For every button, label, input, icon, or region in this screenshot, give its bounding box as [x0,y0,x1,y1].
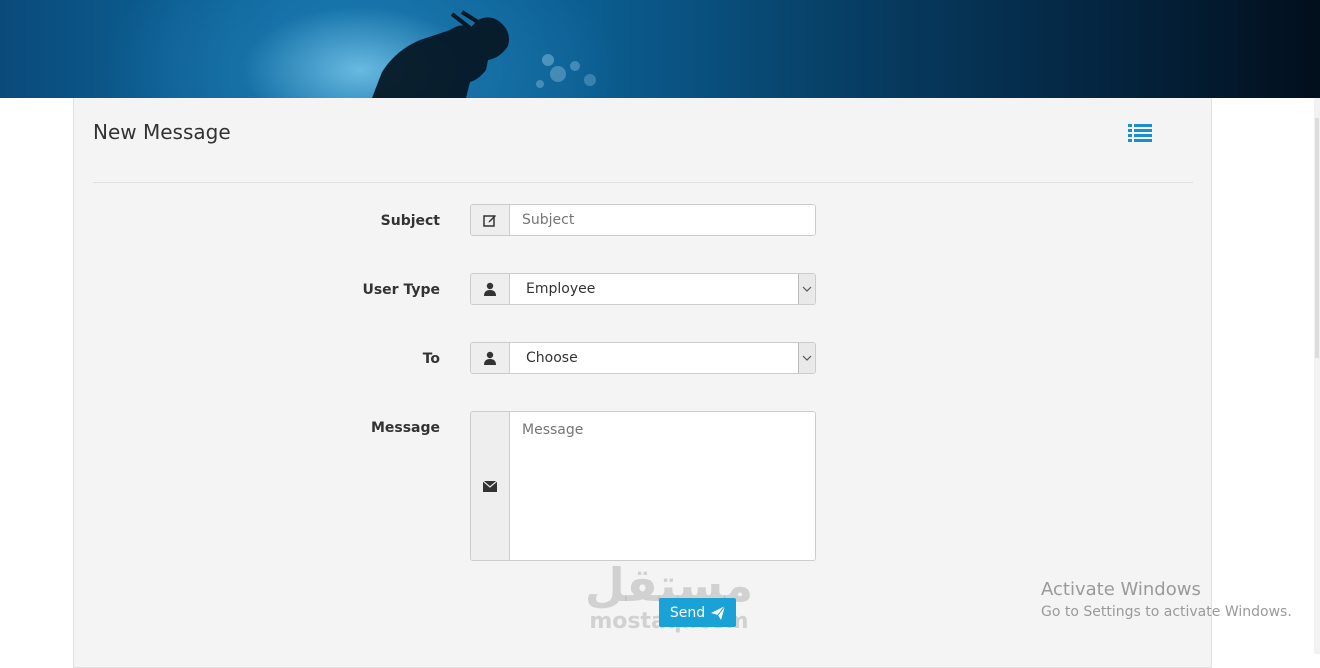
header-divider [93,182,1193,183]
diver-image [372,10,596,98]
activation-title: Activate Windows [1041,579,1201,600]
user-type-select[interactable]: Employee [470,273,816,305]
header-banner [0,0,1320,98]
paper-plane-icon [711,605,726,620]
user-icon [471,343,510,373]
envelope-icon [471,412,510,560]
to-value: Choose [526,350,578,366]
to-label: To [422,351,440,367]
list-icon[interactable] [1128,123,1154,145]
activation-subtitle: Go to Settings to activate Windows. [1041,604,1292,620]
send-label: Send [669,604,706,621]
page-title: New Message [93,120,231,144]
message-group [470,411,816,561]
send-button[interactable]: Send [659,598,736,627]
subject-input[interactable] [510,205,815,235]
subject-group [470,204,816,236]
to-select[interactable]: Choose [470,342,816,374]
subject-label: Subject [380,213,440,229]
windows-activation-notice: Activate Windows Go to Settings to activ… [1041,579,1292,620]
edit-icon [471,205,510,235]
user-type-value: Employee [526,281,596,297]
page-scrollbar[interactable] [1314,98,1320,654]
chevron-down-icon[interactable] [798,343,815,373]
user-icon [471,274,510,304]
scrollbar-thumb[interactable] [1315,118,1319,358]
chevron-down-icon[interactable] [798,274,815,304]
message-textarea[interactable] [510,412,815,560]
user-type-label: User Type [362,282,440,298]
message-label: Message [370,420,440,436]
